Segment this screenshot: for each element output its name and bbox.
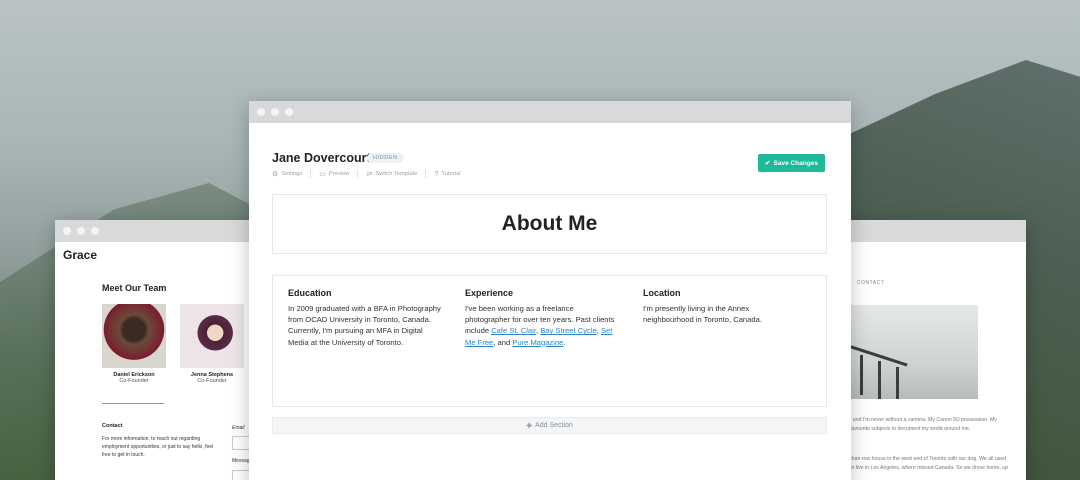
- gear-icon: ⚙: [272, 171, 279, 178]
- education-heading: Education: [288, 288, 332, 298]
- editor-header: Jane Dovercourt HIDDEN ⚙ Settings ▭ Prev…: [249, 123, 851, 183]
- help-icon: ?: [434, 170, 439, 178]
- tutorial-link[interactable]: ? Tutorial: [434, 170, 460, 178]
- divider: [102, 403, 164, 404]
- location-column: Location I'm presently living in the Ann…: [643, 288, 798, 325]
- bio-text: rban row house in the west end of Toront…: [850, 456, 1009, 471]
- location-text: I'm presently living in the Annex neighb…: [643, 304, 762, 325]
- team-member: Daniel Erickson Co-Founder: [102, 304, 166, 384]
- separator: [425, 170, 427, 178]
- left-browser-window: Grace Meet Our Team Daniel Erickson Co-F…: [55, 220, 260, 480]
- window-dot: [77, 227, 85, 235]
- pier-photo: [850, 305, 978, 399]
- contact-heading: Contact: [102, 423, 123, 429]
- site-brand[interactable]: Grace: [63, 248, 97, 262]
- client-link[interactable]: Cafe St. Clair: [491, 326, 536, 335]
- window-titlebar: [835, 220, 1026, 242]
- about-heading: About Me: [501, 212, 598, 235]
- contact-text: For more information, to reach out regar…: [102, 436, 214, 458]
- window-dot: [257, 108, 265, 116]
- experience-text: I've been working as a freelance photogr…: [465, 304, 615, 347]
- pier-post: [896, 367, 899, 399]
- save-changes-button[interactable]: ✔ Save Changes: [758, 154, 825, 172]
- member-role: Co-Founder: [197, 378, 227, 384]
- preview-link[interactable]: ▭ Preview: [319, 170, 349, 178]
- add-section-label: Add Section: [535, 422, 573, 429]
- check-icon: ✔: [765, 160, 771, 167]
- editor-subnav: ⚙ Settings ▭ Preview ⇄ Switch Template ?…: [272, 170, 461, 178]
- window-titlebar: [249, 101, 851, 123]
- bio-text: , and I'm never without a camera. My Can…: [850, 417, 997, 432]
- client-link[interactable]: Pure Magazine: [512, 338, 563, 347]
- window-titlebar: [55, 220, 260, 242]
- plus-icon: ✚: [526, 422, 533, 430]
- experience-heading: Experience: [465, 288, 514, 298]
- pier-post: [860, 355, 863, 395]
- separator: [357, 170, 359, 178]
- window-dot: [285, 108, 293, 116]
- member-role: Co-Founder: [119, 378, 149, 384]
- education-text: In 2009 graduated with a BFA in Photogra…: [288, 304, 441, 347]
- status-badge: HIDDEN: [367, 153, 404, 163]
- switch-template-link[interactable]: ⇄ Switch Template: [366, 170, 417, 178]
- main-editor-window: Jane Dovercourt HIDDEN ⚙ Settings ▭ Prev…: [249, 101, 851, 480]
- client-link[interactable]: Bay Street Cycle: [540, 326, 597, 335]
- separator: [310, 170, 312, 178]
- preview-label: Preview: [328, 171, 350, 177]
- window-dot: [91, 227, 99, 235]
- swap-icon: ⇄: [366, 171, 373, 178]
- team-member: Jenna Stephens Co-Founder: [180, 304, 244, 384]
- right-browser-window: CONTACT , and I'm never without a camera…: [835, 220, 1026, 480]
- add-section-button[interactable]: ✚ Add Section: [272, 417, 827, 434]
- pier-post: [878, 361, 881, 399]
- about-section[interactable]: About Me: [272, 194, 827, 254]
- window-dot: [63, 227, 71, 235]
- monitor-icon: ▭: [319, 171, 326, 178]
- nav-link-contact[interactable]: CONTACT: [857, 280, 884, 286]
- settings-label: Settings: [281, 171, 303, 177]
- info-section[interactable]: Education In 2009 graduated with a BFA i…: [272, 275, 827, 407]
- location-heading: Location: [643, 288, 681, 298]
- experience-column: Experience I've been working as a freela…: [465, 288, 620, 348]
- and-word: and: [497, 337, 511, 347]
- settings-link[interactable]: ⚙ Settings: [272, 170, 302, 178]
- switch-template-label: Switch Template: [375, 171, 418, 177]
- team-heading: Meet Our Team: [102, 283, 167, 293]
- member-photo: [180, 304, 244, 368]
- member-photo: [102, 304, 166, 368]
- page-title: Jane Dovercourt: [272, 151, 371, 165]
- window-dot: [271, 108, 279, 116]
- tutorial-label: Tutorial: [441, 171, 461, 177]
- save-label: Save Changes: [773, 159, 818, 167]
- education-column: Education In 2009 graduated with a BFA i…: [288, 288, 443, 348]
- email-label: Email: [232, 425, 245, 431]
